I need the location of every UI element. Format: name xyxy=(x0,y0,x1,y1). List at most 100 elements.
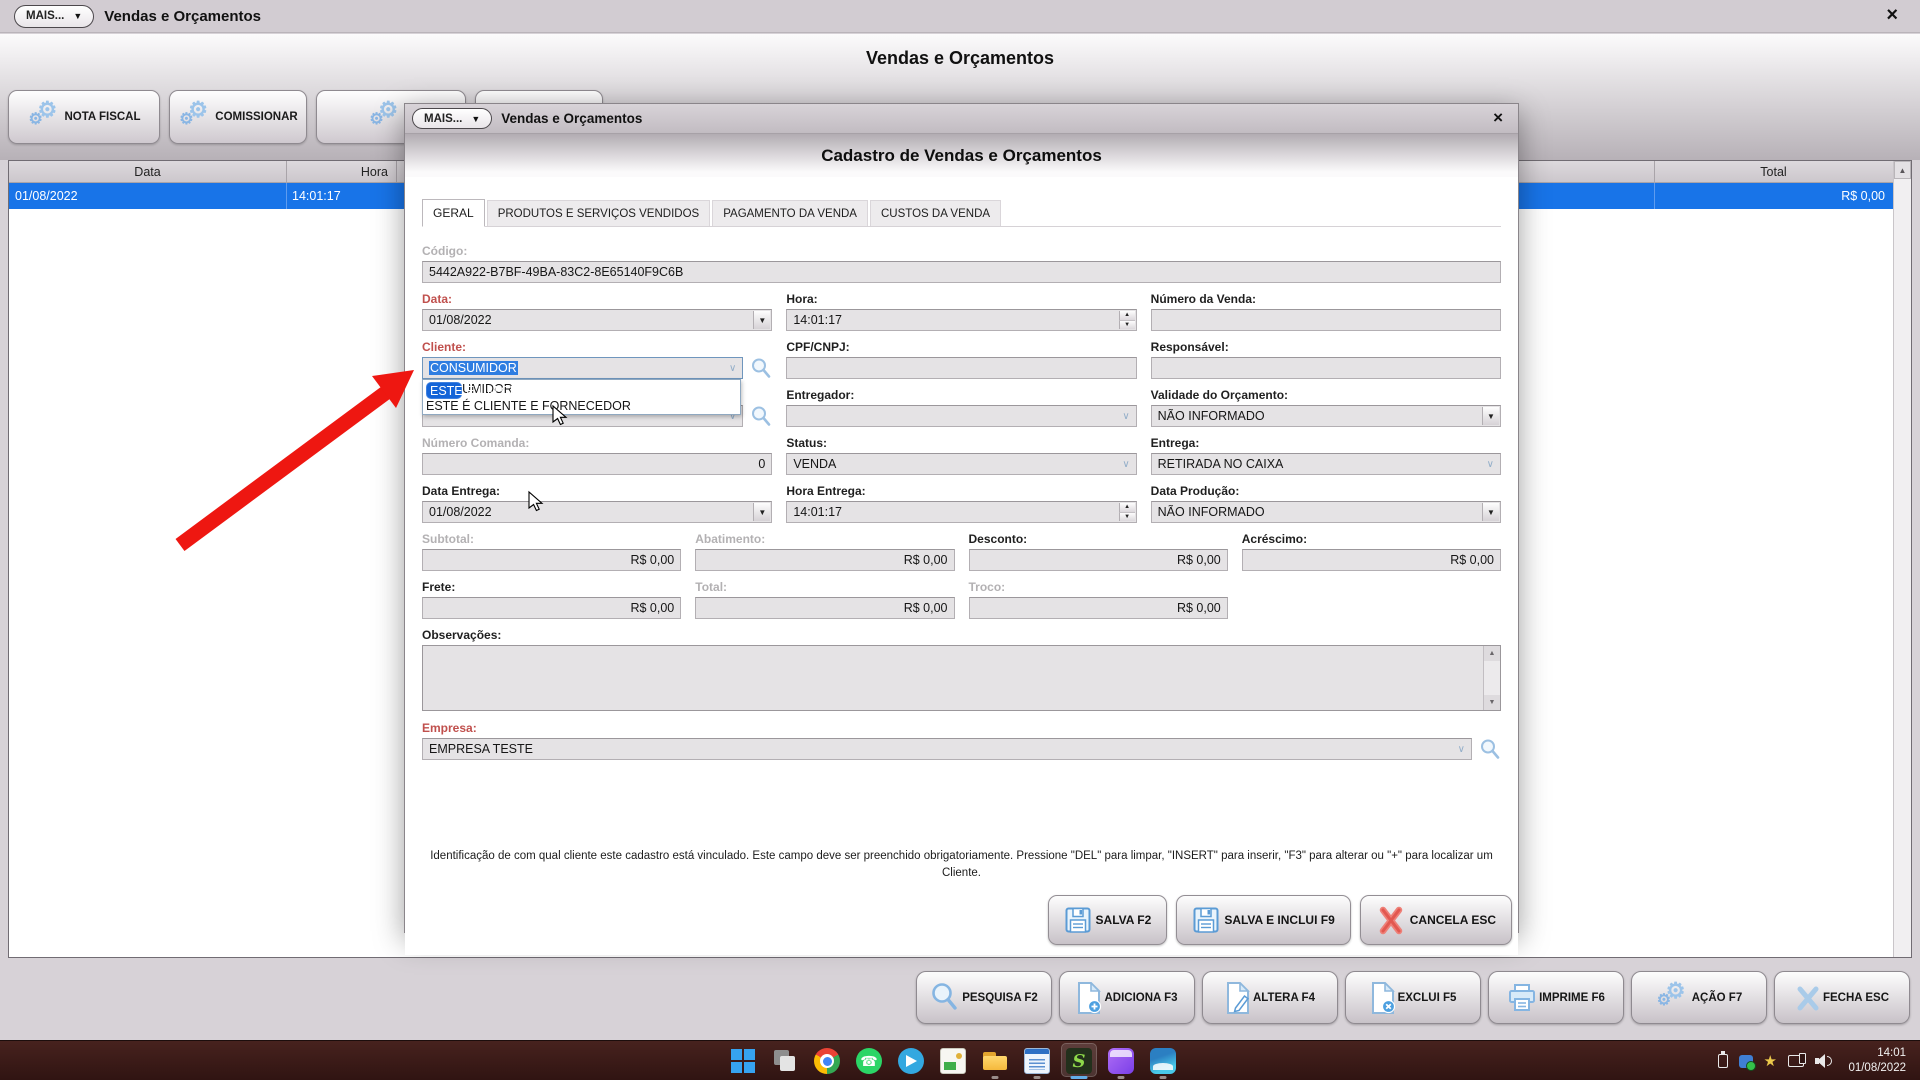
chevron-down-icon[interactable]: ∨ xyxy=(1122,459,1129,470)
gears-icon: ⚙ ⚙ xyxy=(179,97,209,128)
acrescimo-field[interactable]: R$ 0,00 xyxy=(1241,549,1501,571)
responsavel-field[interactable] xyxy=(1150,357,1501,379)
empresa-combobox[interactable]: EMPRESA TESTE ∨ xyxy=(422,738,1472,760)
chevron-down-icon[interactable]: ∨ xyxy=(729,363,736,374)
imprime-button[interactable]: IMPRIME F6 xyxy=(1488,971,1624,1024)
fecha-button[interactable]: FECHA ESC xyxy=(1774,971,1910,1024)
telegram-button[interactable] xyxy=(890,1041,932,1080)
dropdown-arrow-icon[interactable]: ▼ xyxy=(753,311,771,329)
status-combobox[interactable]: VENDA ∨ xyxy=(786,453,1137,475)
tab-produtos-servicos[interactable]: PRODUTOS E SERVIÇOS VENDIDOS xyxy=(486,200,711,226)
numero-venda-field[interactable] xyxy=(1150,309,1501,331)
hora-field[interactable]: 14:01:17 ▲ ▼ xyxy=(786,309,1137,331)
modal-tabs: GERAL PRODUTOS E SERVIÇOS VENDIDOS PAGAM… xyxy=(422,199,1501,227)
validade-orcamento-label: Validade do Orçamento: xyxy=(1150,388,1289,402)
pesquisa-button[interactable]: PESQUISA F2 xyxy=(916,971,1052,1024)
wallpaper-app-button[interactable] xyxy=(1142,1041,1184,1080)
column-header-data[interactable]: Data xyxy=(9,161,286,183)
salva-inclui-button[interactable]: SALVA E INCLUI F9 xyxy=(1176,895,1351,945)
numero-comanda-field: 0 xyxy=(422,453,773,475)
entregador-combobox[interactable]: ∨ xyxy=(786,405,1137,427)
data-producao-combobox[interactable]: NÃO INFORMADO ▼ xyxy=(1150,501,1501,523)
chevron-down-icon[interactable]: ∨ xyxy=(1487,459,1494,470)
caret-down-icon: ▼ xyxy=(471,113,481,124)
running-indicator xyxy=(1159,1076,1167,1079)
fecha-label: FECHA ESC xyxy=(1822,991,1890,1004)
taskbar-clock[interactable]: 14:01 01/08/2022 xyxy=(1848,1046,1906,1076)
cpf-cnpj-field[interactable] xyxy=(786,357,1137,379)
dropdown-option[interactable]: ESTE É CLIENTE E FORNECEDOR xyxy=(423,397,740,414)
sales-app-button[interactable]: S xyxy=(1058,1041,1100,1080)
start-button[interactable] xyxy=(722,1041,764,1080)
window-close-icon[interactable]: × xyxy=(1886,5,1898,25)
tab-custos[interactable]: CUSTOS DA VENDA xyxy=(869,200,1002,226)
acao-button[interactable]: ⚙ ⚙ AÇÃO F7 xyxy=(1631,971,1767,1024)
modal-mais-button[interactable]: MAIS... ▼ xyxy=(412,108,493,129)
abatimento-field: R$ 0,00 xyxy=(695,549,955,571)
data-entrega-field[interactable]: 01/08/2022 ▼ xyxy=(422,501,773,523)
empresa-search-icon[interactable] xyxy=(1479,738,1501,760)
numero-venda-label: Número da Venda: xyxy=(1150,292,1257,306)
cliente-search-icon[interactable] xyxy=(750,357,772,379)
chevron-down-icon[interactable]: ∨ xyxy=(1458,744,1465,755)
observacoes-textarea[interactable]: ▲ ▼ xyxy=(422,645,1501,711)
codigo-field: 5442A922-B7BF-49BA-83C2-8E65140F9C6B xyxy=(422,261,1501,283)
cliente-combobox[interactable]: CONSUMIDOR ∨ xyxy=(422,357,744,379)
column-divider xyxy=(286,161,287,183)
spinner-icon[interactable]: ▲ ▼ xyxy=(1118,311,1135,329)
cancela-button[interactable]: CANCELA ESC xyxy=(1359,895,1512,945)
gears-icon: ⚙ ⚙ xyxy=(369,97,399,128)
salva-button[interactable]: SALVA F2 xyxy=(1047,895,1168,945)
exclui-button[interactable]: EXCLUI F5 xyxy=(1345,971,1481,1024)
mais-menu-button[interactable]: MAIS... ▼ xyxy=(14,4,95,28)
media-player-icon xyxy=(1108,1048,1134,1074)
column-header-hora[interactable]: Hora xyxy=(286,161,396,183)
modal-close-icon[interactable]: × xyxy=(1493,108,1503,128)
adiciona-button[interactable]: ADICIONA F3 xyxy=(1059,971,1195,1024)
task-view-button[interactable] xyxy=(764,1041,806,1080)
display-icon[interactable] xyxy=(1788,1053,1806,1067)
tab-geral[interactable]: GERAL xyxy=(422,199,485,227)
spinner-icon[interactable]: ▲ ▼ xyxy=(1118,503,1135,521)
notepad-button[interactable] xyxy=(1016,1041,1058,1080)
star-icon[interactable]: ★ xyxy=(1764,1054,1777,1069)
comissionar-label: COMISSIONAR xyxy=(215,111,298,123)
clock-time: 14:01 xyxy=(1877,1047,1906,1059)
data-field[interactable]: 01/08/2022 ▼ xyxy=(422,309,773,331)
hora-entrega-field[interactable]: 14:01:17 ▲ ▼ xyxy=(786,501,1137,523)
dropdown-arrow-icon[interactable]: ▼ xyxy=(1481,407,1499,425)
column-header-total[interactable]: Total xyxy=(1654,161,1893,183)
running-indicator xyxy=(991,1076,999,1079)
search-icon[interactable] xyxy=(750,405,772,427)
altera-button[interactable]: ALTERA F4 xyxy=(1202,971,1338,1024)
entrega-combobox[interactable]: RETIRADA NO CAIXA ∨ xyxy=(1150,453,1501,475)
security-icon[interactable] xyxy=(1738,1054,1756,1071)
textarea-scrollbar[interactable]: ▲ ▼ xyxy=(1483,646,1500,710)
file-explorer-button[interactable] xyxy=(974,1041,1016,1080)
image-viewer-button[interactable] xyxy=(932,1041,974,1080)
scroll-up-icon[interactable]: ▲ xyxy=(1894,161,1911,179)
clock-date: 01/08/2022 xyxy=(1848,1061,1906,1074)
nota-fiscal-button[interactable]: ⚙ ⚙ NOTA FISCAL xyxy=(8,90,160,144)
table-scrollbar[interactable]: ▲ xyxy=(1893,161,1911,957)
dropdown-option-highlighted[interactable]: ESTE É UM CLIENTE xyxy=(426,382,554,399)
volume-icon[interactable] xyxy=(1815,1054,1832,1068)
frete-field[interactable]: R$ 0,00 xyxy=(422,597,682,619)
comissionar-button[interactable]: ⚙ ⚙ COMISSIONAR xyxy=(169,90,307,144)
column-divider xyxy=(396,161,397,183)
desconto-field[interactable]: R$ 0,00 xyxy=(968,549,1228,571)
dropdown-arrow-icon[interactable]: ▼ xyxy=(753,503,771,521)
validade-orcamento-combobox[interactable]: NÃO INFORMADO ▼ xyxy=(1150,405,1501,427)
media-player-button[interactable] xyxy=(1100,1041,1142,1080)
modal-heading: Cadastro de Vendas e Orçamentos xyxy=(405,134,1518,177)
modal-title: Vendas e Orçamentos xyxy=(501,111,643,126)
cancela-label: CANCELA ESC xyxy=(1409,913,1496,927)
usb-icon[interactable] xyxy=(1717,1051,1728,1068)
whatsapp-button[interactable]: ☎ xyxy=(848,1041,890,1080)
altera-label: ALTERA F4 xyxy=(1253,991,1315,1004)
chevron-down-icon[interactable]: ∨ xyxy=(1122,411,1129,422)
chrome-button[interactable] xyxy=(806,1041,848,1080)
search-icon xyxy=(932,982,957,1010)
tab-pagamento[interactable]: PAGAMENTO DA VENDA xyxy=(712,200,868,226)
dropdown-arrow-icon[interactable]: ▼ xyxy=(1481,503,1499,521)
